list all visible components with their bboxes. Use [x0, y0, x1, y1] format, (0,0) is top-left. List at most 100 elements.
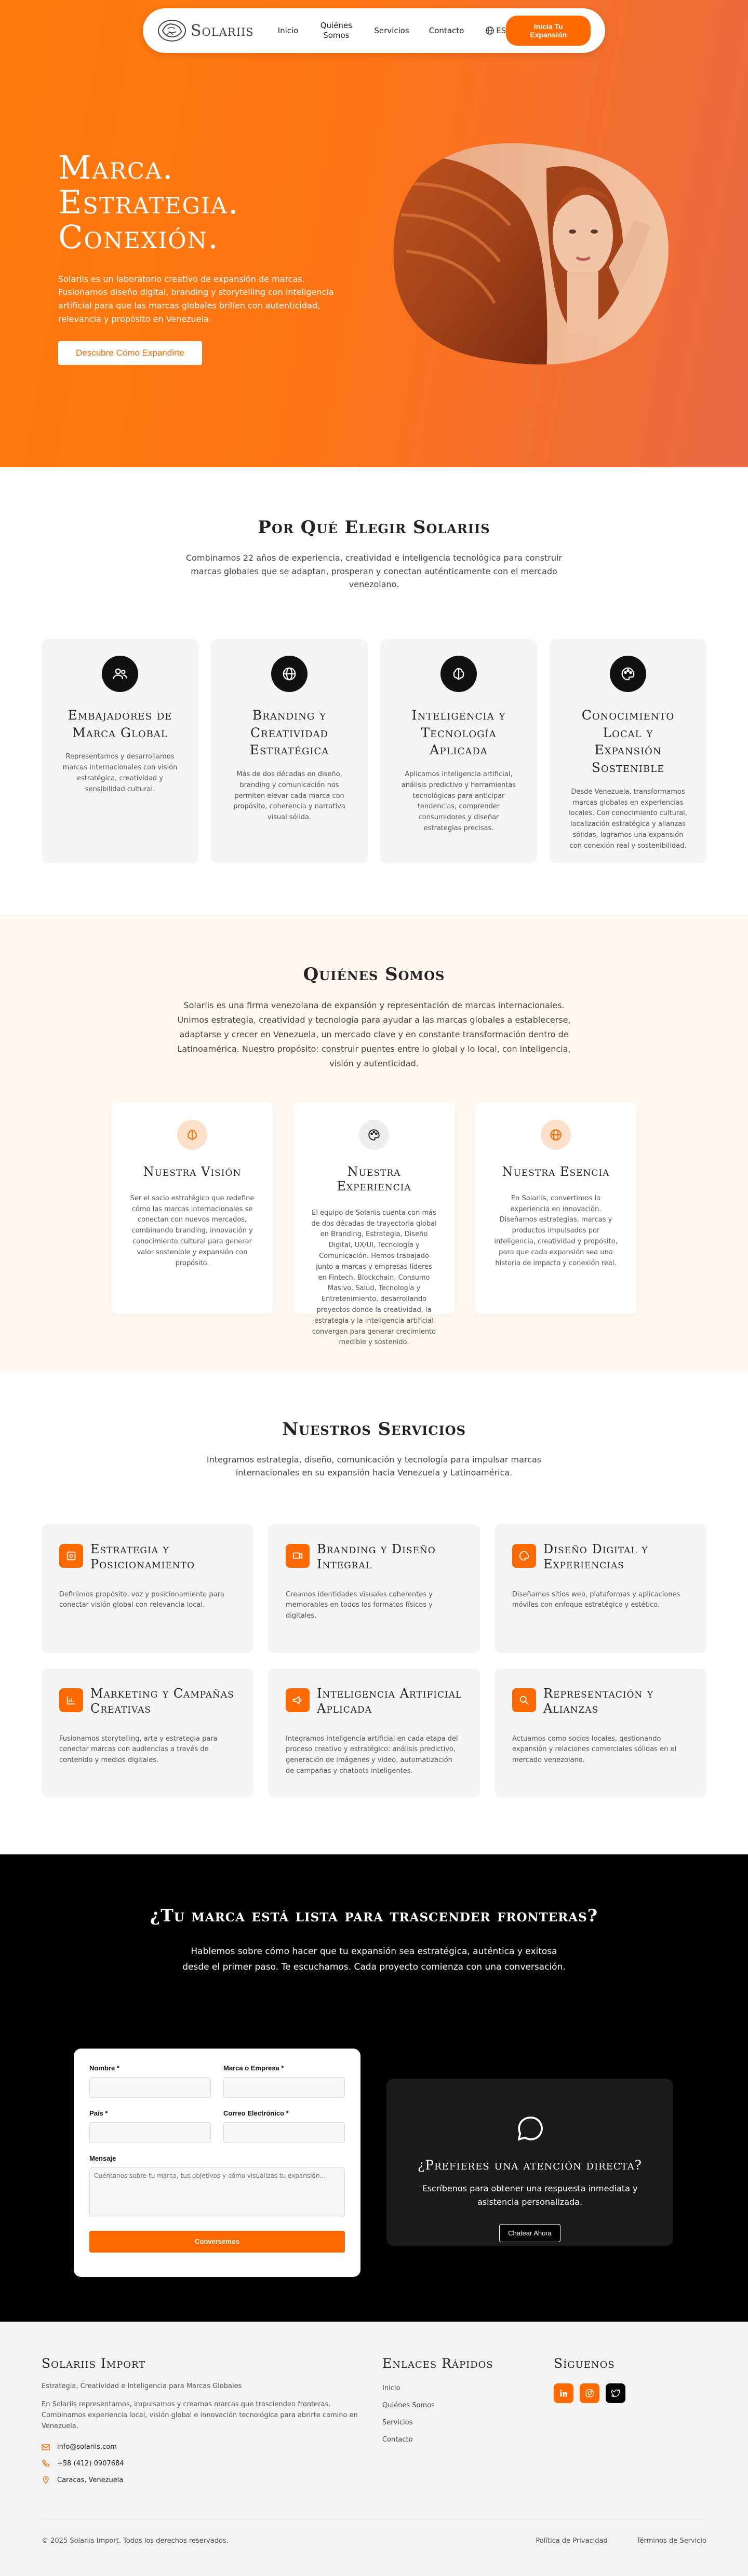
why-card-text: Desde Venezuela, transformamos marcas gl… [569, 788, 687, 850]
about-cards: Nuestra Visión Ser el socio estratégico … [42, 1102, 706, 1346]
why-cards: Embajadores de Marca Global Representamo… [42, 639, 706, 863]
terms-link[interactable]: Términos de Servicio [637, 2537, 706, 2545]
about-lead: Solariis es una firma venezolana de expa… [177, 1000, 571, 1068]
location-pin-icon [43, 2476, 49, 2485]
footer-tagline: Estrategia, Creatividad e Inteligencia p… [42, 2382, 242, 2390]
brain-icon [177, 1119, 207, 1150]
service-card: Estrategia y Posicionamiento Definimos p… [42, 1524, 253, 1653]
service-card-text: Creamos identidades visuales coherentes … [286, 1590, 433, 1620]
footer-brand-title: Solariis Import [42, 2355, 146, 2371]
service-card: Branding y Diseño Integral Creamos ident… [268, 1524, 480, 1653]
about-card: Nuestra Experiencia El equipo de Solarii… [293, 1102, 455, 1346]
privacy-link[interactable]: Política de Privacidad [536, 2537, 607, 2545]
contact-form: Nombre * Marca o Empresa * País * Correo… [74, 2048, 360, 2277]
service-card: Inteligencia Artificial Aplicada Integra… [268, 1668, 480, 1797]
users-icon [102, 655, 138, 692]
hero-title-line: Estrategia. [58, 183, 239, 221]
about-card-text: En Solariis, convertimos la experiencia … [494, 1194, 618, 1267]
service-card-title: Branding y Diseño Integral [317, 1541, 436, 1571]
instagram-icon[interactable] [580, 2383, 599, 2403]
footer: Solariis Import Estrategia, Creatividad … [0, 2321, 748, 2576]
nav-link-quienes-somos[interactable]: Quiénes Somos [318, 21, 354, 40]
message-label: Mensaje [89, 2154, 116, 2162]
why-card-title: Conocimiento Local y Expansión Sostenibl… [581, 707, 675, 776]
footer-location-text: Caracas, Venezuela [57, 2476, 124, 2484]
contact-lead: Hablemos sobre cómo hacer que tu expansi… [182, 1946, 566, 1972]
services-title: Nuestros Servicios [282, 1418, 466, 1440]
direct-contact-text: Escríbenos para obtener una respuesta in… [422, 2183, 638, 2207]
country-field[interactable] [89, 2122, 211, 2143]
about-card-text: El equipo de Solariis cuenta con más de … [311, 1209, 437, 1347]
logo[interactable]: Solariis [157, 19, 254, 42]
hero-cta-button[interactable]: Descubre Cómo Expandirte [58, 341, 202, 365]
company-field[interactable] [223, 2077, 345, 2098]
footer-description: En Solariis representamos, impulsamos y … [42, 2400, 358, 2430]
why-card-title: Embajadores de Marca Global [68, 707, 172, 740]
phone-icon [42, 2460, 49, 2467]
language-selector[interactable]: ES [486, 26, 506, 35]
mail-icon [42, 2444, 50, 2450]
about-section: Quiénes Somos Solariis es una firma vene… [0, 914, 748, 1371]
layers-icon [286, 1543, 310, 1568]
about-card-title: Nuestra Visión [143, 1164, 242, 1179]
hero-title: Marca. Estrategia. Conexión. [58, 150, 349, 256]
nav-cta-button[interactable]: Inicia Tu Expansión [506, 16, 591, 46]
nav-link-inicio[interactable]: Inicio [278, 26, 299, 35]
contact-title: ¿Tu marca está lista para trascender fro… [150, 1905, 598, 1926]
email-field[interactable] [223, 2122, 345, 2143]
globe-icon [486, 26, 494, 35]
why-card-text: Aplicamos inteligencia artificial, análi… [401, 770, 516, 833]
about-card: Nuestra Esencia En Solariis, convertimos… [475, 1102, 637, 1314]
monitor-icon [512, 1543, 536, 1568]
name-label: Nombre * [89, 2064, 119, 2072]
brain-icon [440, 655, 477, 692]
linkedin-icon[interactable] [554, 2383, 573, 2403]
footer-phone[interactable]: +58 (412) 0907684 [42, 2459, 382, 2467]
name-field[interactable] [89, 2077, 211, 2098]
service-card-text: Integramos inteligencia artificial en ca… [286, 1734, 458, 1775]
direct-contact-title: ¿Prefieres una atención directa? [417, 2157, 643, 2173]
footer-brand: Solariis Import Estrategia, Creatividad … [42, 2356, 382, 2492]
why-card: Branding y Creatividad Estratégica Más d… [211, 639, 368, 863]
message-field[interactable] [89, 2167, 345, 2217]
nav-link-servicios[interactable]: Servicios [374, 26, 409, 35]
contact-section: ¿Tu marca está lista para trascender fro… [0, 1854, 748, 2322]
about-card-text: Ser el socio estratégico que redefine có… [130, 1194, 255, 1267]
globe-icon [271, 655, 308, 692]
about-title: Quiénes Somos [303, 964, 445, 985]
hero-subtitle: Solariis es un laboratorio creativo de e… [58, 274, 334, 324]
footer-quick-links: Enlaces Rápidos Inicio Quiénes Somos Ser… [382, 2356, 554, 2492]
why-card-title: Branding y Creatividad Estratégica [249, 707, 329, 758]
hero-section: Marca. Estrategia. Conexión. Solariis es… [0, 0, 748, 467]
why-card: Conocimiento Local y Expansión Sostenibl… [550, 639, 706, 863]
hero-title-line: Conexión. [58, 218, 219, 256]
service-card-text: Actuamos como socios locales, gestionand… [512, 1734, 677, 1765]
services-grid: Estrategia y Posicionamiento Definimos p… [42, 1524, 706, 1797]
submit-button[interactable]: Conversemos [89, 2230, 345, 2253]
footer-link-quienes-somos[interactable]: Quiénes Somos [382, 2402, 554, 2409]
why-card: Embajadores de Marca Global Representamo… [42, 639, 198, 863]
top-navbar: Solariis Inicio Quiénes Somos Servicios … [143, 8, 605, 53]
copyright: © 2025 Solariis Import. Todos los derech… [42, 2537, 229, 2545]
twitter-icon[interactable] [606, 2383, 625, 2403]
services-lead: Integramos estrategia, diseño, comunicac… [206, 1454, 542, 1478]
direct-contact-card: ¿Prefieres una atención directa? Escríbe… [386, 2078, 673, 2246]
about-card-title: Nuestra Experiencia [337, 1164, 411, 1194]
footer-bottom-bar: © 2025 Solariis Import. Todos los derech… [42, 2517, 706, 2545]
footer-link-contacto[interactable]: Contacto [382, 2436, 554, 2444]
why-section: Por Qué Elegir Solariis Combinamos 22 añ… [0, 467, 748, 914]
logo-lion-icon [158, 20, 186, 42]
palette-icon [359, 1119, 389, 1150]
chat-now-button[interactable]: Chatear Ahora [499, 2224, 560, 2243]
nav-link-contacto[interactable]: Contacto [429, 26, 464, 35]
why-lead: Combinamos 22 años de experiencia, creat… [185, 553, 562, 590]
service-card: Diseño Digital y Experiencias Diseñamos … [495, 1524, 706, 1653]
footer-link-servicios[interactable]: Servicios [382, 2419, 554, 2426]
why-card: Inteligencia y Tecnología Aplicada Aplic… [380, 639, 537, 863]
footer-email[interactable]: info@solariis.com [42, 2443, 382, 2451]
footer-link-inicio[interactable]: Inicio [382, 2384, 554, 2392]
about-card-title: Nuestra Esencia [502, 1164, 610, 1179]
megaphone-icon [286, 1688, 310, 1712]
hero-portrait-image [393, 143, 669, 365]
service-card: Marketing y Campañas Creativas Fusionamo… [42, 1668, 253, 1797]
